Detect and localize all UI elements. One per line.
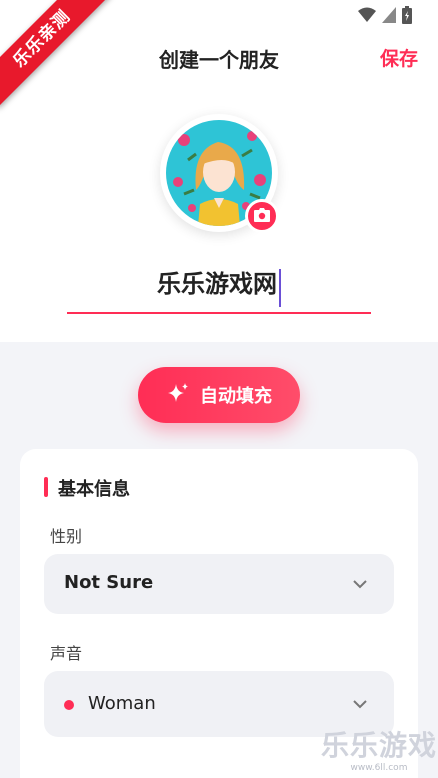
watermark-url: www.6ll.com xyxy=(350,763,408,773)
change-photo-button[interactable] xyxy=(245,199,279,233)
page-title: 创建一个朋友 xyxy=(159,48,279,72)
voice-select[interactable]: Woman xyxy=(44,671,394,737)
gender-label: 性别 xyxy=(50,527,83,546)
section-accent-bar xyxy=(44,477,48,497)
autofill-label: 自动填充 xyxy=(200,386,272,407)
gender-select[interactable]: Not Sure xyxy=(44,554,394,614)
signal-icon xyxy=(382,7,396,23)
chevron-down-icon xyxy=(352,696,368,716)
gender-value: Not Sure xyxy=(64,572,154,593)
save-button[interactable]: 保存 xyxy=(380,44,418,71)
chevron-down-icon xyxy=(352,576,368,596)
battery-icon xyxy=(402,6,412,24)
watermark-title: 乐乐游戏 xyxy=(320,729,437,762)
watermark-logo: 乐乐游戏 www.6ll.com xyxy=(320,730,438,778)
voice-label: 声音 xyxy=(50,644,83,663)
autofill-button[interactable]: 自动填充 xyxy=(138,367,300,423)
friend-name-value: 乐乐游戏网 xyxy=(157,270,277,298)
sparkle-icon xyxy=(166,381,190,409)
friend-name-input[interactable]: 乐乐游戏网 xyxy=(67,264,371,314)
wifi-icon xyxy=(358,7,376,23)
voice-indicator-dot xyxy=(64,700,74,710)
voice-value: Woman xyxy=(88,693,156,714)
status-icons xyxy=(358,6,412,24)
text-caret xyxy=(279,268,281,307)
camera-icon xyxy=(254,207,270,226)
section-title: 基本信息 xyxy=(58,479,130,500)
